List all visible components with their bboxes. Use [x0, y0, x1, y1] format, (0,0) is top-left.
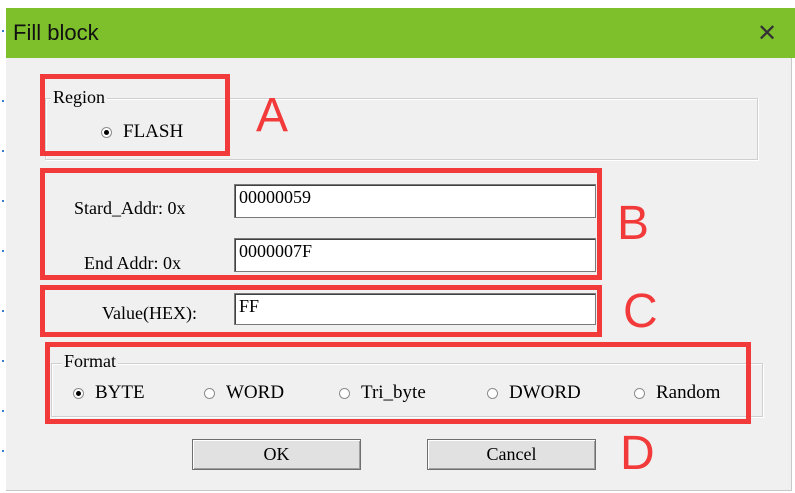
close-icon: ✕ — [756, 19, 778, 47]
annotation-box-a — [40, 74, 230, 156]
annotation-box-b — [40, 168, 602, 280]
cancel-button[interactable]: Cancel — [427, 439, 596, 470]
ok-button[interactable]: OK — [192, 439, 361, 470]
annotation-label-a: A — [256, 89, 289, 142]
annotation-label-c: C — [623, 285, 658, 338]
dialog-titlebar[interactable]: Fill block ✕ — [6, 8, 795, 58]
annotation-box-c — [40, 285, 602, 337]
annotation-label-b: B — [617, 197, 650, 250]
annotation-box-d — [45, 342, 751, 424]
close-button[interactable]: ✕ — [750, 16, 784, 50]
dialog-title: Fill block — [13, 20, 99, 45]
annotation-label-d: D — [620, 427, 655, 480]
